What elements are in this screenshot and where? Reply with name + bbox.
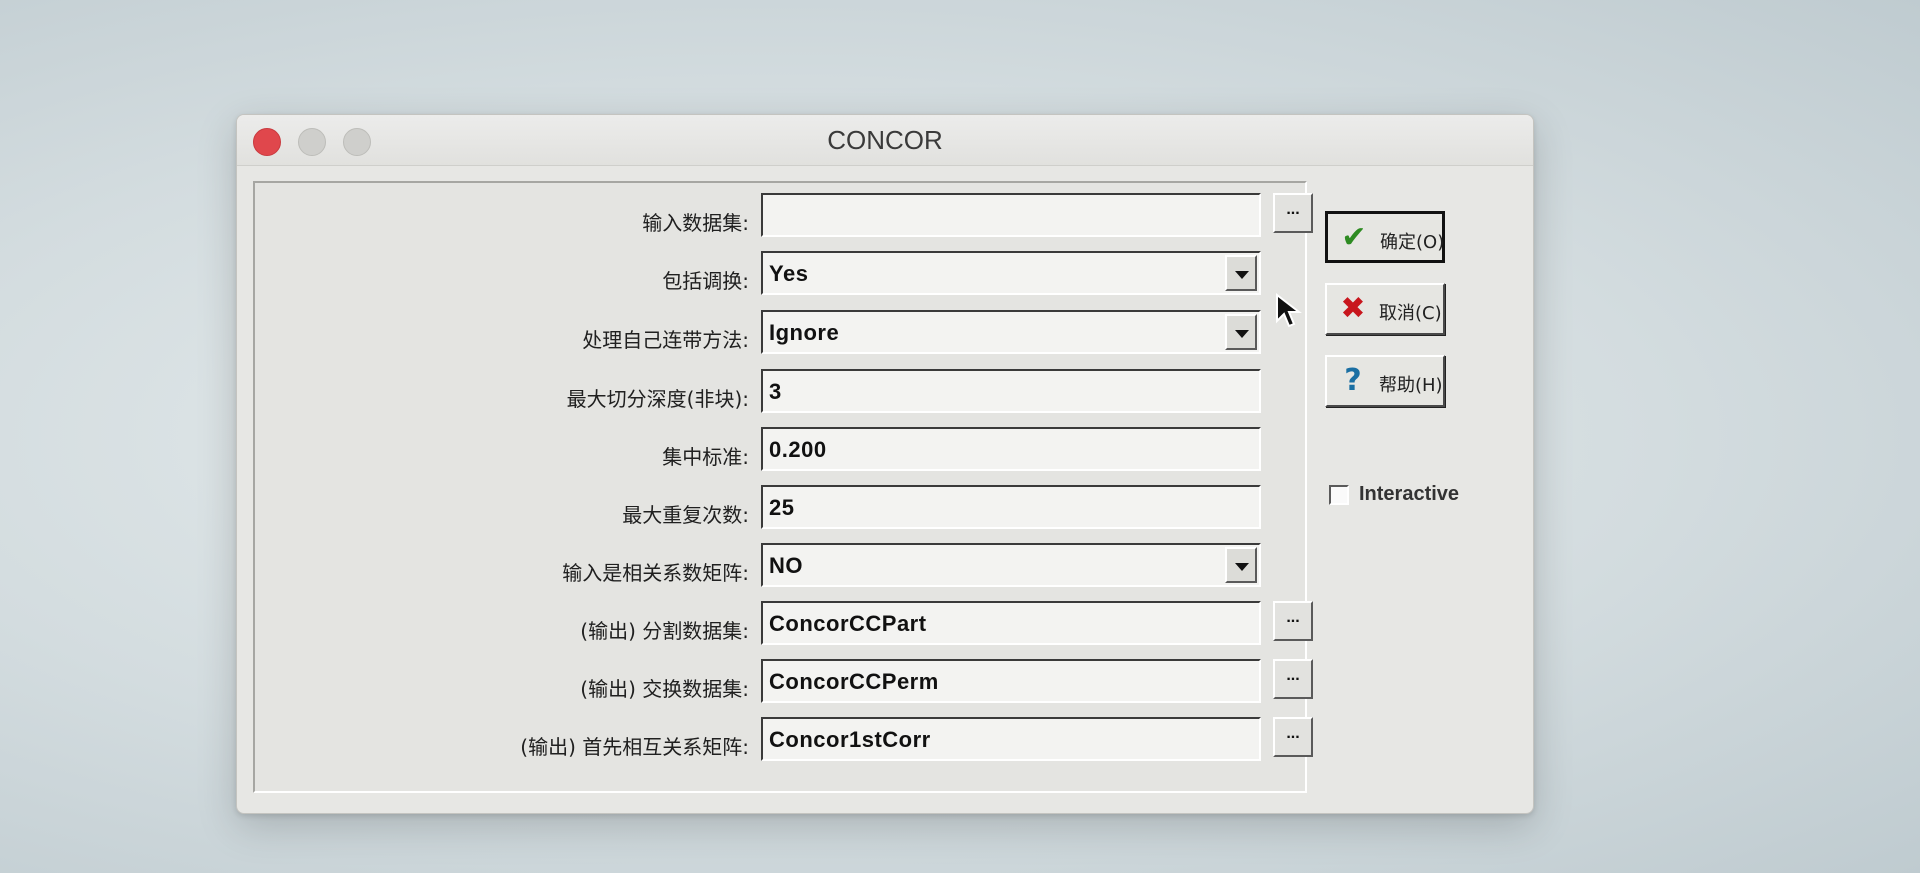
max-iterations-field[interactable]: 25 (761, 485, 1261, 529)
mouse-pointer-icon (1276, 293, 1302, 328)
row-max-iterations: 最大重复次数: 25 (255, 485, 1305, 535)
parameters-panel: 输入数据集: ... 包括调换: Yes 处理自己连带方法: Ignore 最大… (253, 181, 1313, 793)
max-depth-field[interactable]: 3 (761, 369, 1261, 413)
input-dataset-browse-button[interactable]: ... (1273, 193, 1313, 233)
input-dataset-label: 输入数据集: (642, 211, 749, 235)
checkmark-icon: ✔ (1341, 220, 1367, 255)
ok-button-label: 确定(O) (1380, 232, 1445, 253)
output-permutation-field[interactable]: ConcorCCPerm (761, 659, 1261, 703)
chevron-down-icon[interactable] (1225, 547, 1257, 583)
row-output-first-correlation: (输出) 首先相互关系矩阵: Concor1stCorr ... (255, 717, 1313, 767)
title-bar: CONCOR (237, 115, 1533, 166)
output-partition-browse-button[interactable]: ... (1273, 601, 1313, 641)
convergence-field[interactable]: 0.200 (761, 427, 1261, 471)
interactive-checkbox[interactable] (1329, 485, 1349, 505)
concor-dialog: CONCOR 输入数据集: ... 包括调换: Yes 处理自己连带方法: Ig… (236, 114, 1534, 814)
output-permutation-label: (输出) 交换数据集: (580, 677, 749, 701)
output-first-correlation-field[interactable]: Concor1stCorr (761, 717, 1261, 761)
row-output-partition: (输出) 分割数据集: ConcorCCPart ... (255, 601, 1313, 651)
window-title: CONCOR (827, 125, 943, 155)
output-first-correlation-browse-button[interactable]: ... (1273, 717, 1313, 757)
max-iterations-label: 最大重复次数: (622, 503, 749, 527)
row-output-permutation: (输出) 交换数据集: ConcorCCPerm ... (255, 659, 1313, 709)
input-is-correlation-label: 输入是相关系数矩阵: (562, 561, 749, 585)
row-include-transpose: 包括调换: Yes (255, 251, 1305, 301)
row-self-ties-method: 处理自己连带方法: Ignore (255, 310, 1305, 360)
row-convergence: 集中标准: 0.200 (255, 427, 1305, 477)
output-partition-label: (输出) 分割数据集: (580, 619, 749, 643)
output-permutation-browse-button[interactable]: ... (1273, 659, 1313, 699)
include-transpose-label: 包括调换: (662, 269, 749, 293)
ok-button[interactable]: ✔ 确定(O) (1325, 211, 1445, 263)
chevron-down-icon[interactable] (1225, 255, 1257, 291)
input-is-correlation-select[interactable]: NO (761, 543, 1261, 587)
output-partition-field[interactable]: ConcorCCPart (761, 601, 1261, 645)
row-max-depth: 最大切分深度(非块): 3 (255, 369, 1305, 419)
self-ties-method-select[interactable]: Ignore (761, 310, 1261, 354)
cancel-button-label: 取消(C) (1379, 303, 1442, 324)
cancel-button[interactable]: ✖ 取消(C) (1325, 283, 1445, 335)
chevron-down-icon[interactable] (1225, 314, 1257, 350)
help-button-label: 帮助(H) (1379, 375, 1443, 396)
help-button[interactable]: ? 帮助(H) (1325, 355, 1445, 407)
input-dataset-field[interactable] (761, 193, 1261, 237)
max-depth-label: 最大切分深度(非块): (566, 387, 749, 411)
row-input-dataset: 输入数据集: ... (255, 193, 1313, 243)
question-icon: ? (1344, 363, 1362, 398)
x-icon: ✖ (1340, 291, 1366, 326)
output-first-correlation-label: (输出) 首先相互关系矩阵: (520, 735, 749, 759)
row-input-is-correlation: 输入是相关系数矩阵: NO (255, 543, 1305, 593)
convergence-label: 集中标准: (662, 445, 749, 469)
include-transpose-select[interactable]: Yes (761, 251, 1261, 295)
interactive-checkbox-label[interactable]: Interactive (1359, 483, 1459, 506)
self-ties-method-label: 处理自己连带方法: (582, 328, 749, 352)
